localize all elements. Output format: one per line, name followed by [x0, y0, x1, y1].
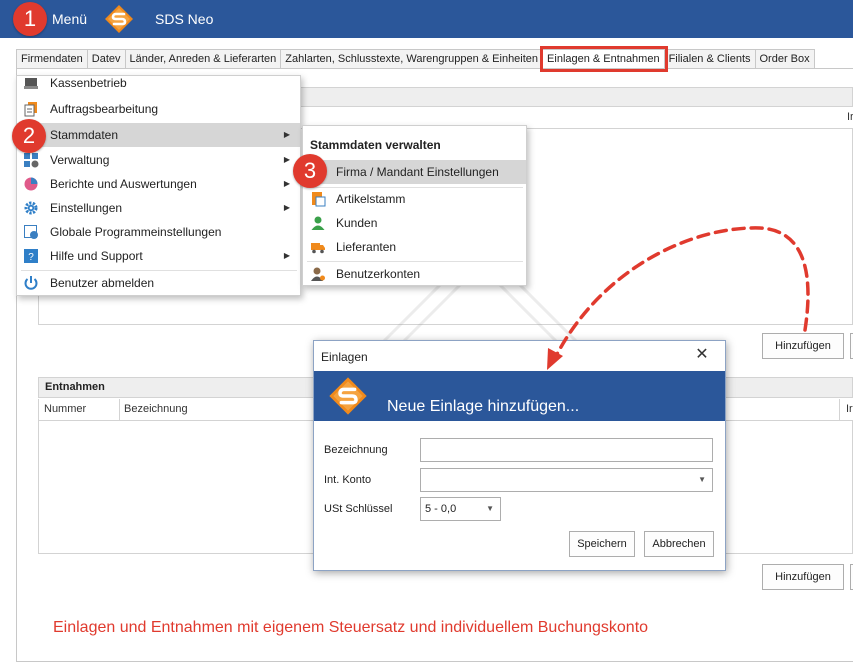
submenu-item-benutzerkonten[interactable]: Benutzerkonten	[303, 262, 526, 286]
tab-order-box[interactable]: Order Box	[755, 49, 815, 69]
pie-chart-icon	[24, 177, 38, 191]
tab-zahlarten[interactable]: Zahlarten, Schlusstexte, Warengruppen & …	[281, 49, 544, 69]
tab-firmendaten[interactable]: Firmendaten	[16, 49, 88, 69]
power-icon	[24, 276, 38, 290]
step-badge-2: 2	[12, 119, 46, 153]
app-title: SDS Neo	[155, 11, 214, 27]
menu-item-kassenbetrieb[interactable]: Kassenbetrieb	[17, 74, 300, 92]
gear-icon	[24, 201, 38, 215]
column-partial: Ir	[847, 111, 853, 123]
stammdaten-submenu: Stammdaten verwalten Firma / Mandant Ein…	[302, 125, 527, 286]
submenu-header: Stammdaten verwalten	[310, 138, 441, 152]
customer-icon	[311, 216, 325, 230]
admin-icon	[24, 153, 39, 168]
column-bezeichnung[interactable]: Bezeichnung	[119, 399, 188, 420]
column-partial: Ir	[839, 399, 853, 420]
ust-select[interactable]: 5 - 0,0 ▼	[420, 497, 501, 521]
menu-item-globale-einstellungen[interactable]: Globale Programmeinstellungen	[17, 220, 300, 244]
sds-logo-icon	[105, 5, 133, 33]
menu-button[interactable]: Menü	[52, 11, 87, 27]
menu-item-abmelden[interactable]: Benutzer abmelden	[17, 271, 300, 295]
sds-logo-icon	[329, 377, 367, 415]
step-badge-1: 1	[13, 2, 47, 36]
ust-value: 5 - 0,0	[425, 503, 457, 515]
dialog-title: Einlagen	[321, 350, 368, 364]
column-nummer[interactable]: Nummer	[44, 403, 86, 415]
cancel-button[interactable]: Abbrechen	[644, 531, 714, 557]
step-badge-3: 3	[293, 154, 327, 188]
submenu-item-artikelstamm[interactable]: Artikelstamm	[303, 187, 526, 211]
submenu-item-kunden[interactable]: Kunden	[303, 211, 526, 235]
submenu-arrow-icon: ▶	[283, 130, 290, 139]
submenu-item-firma-mandant[interactable]: Firma / Mandant Einstellungen	[303, 160, 526, 184]
add-entnahme-button[interactable]: Hinzufügen	[762, 564, 844, 590]
chevron-down-icon: ▼	[698, 475, 706, 484]
konto-label: Int. Konto	[324, 474, 372, 486]
tab-filialen[interactable]: Filialen & Clients	[664, 49, 756, 69]
svg-text:?: ?	[28, 252, 34, 263]
chevron-down-icon: ▼	[486, 504, 494, 513]
ust-label: USt Schlüssel	[324, 503, 393, 515]
bezeichnung-input[interactable]	[420, 438, 713, 462]
title-bar: Menü SDS Neo	[0, 0, 853, 38]
truck-icon	[311, 243, 325, 254]
menu-item-berichte[interactable]: Berichte und Auswertungen ▶	[17, 172, 300, 196]
dialog-banner-text: Neue Einlage hinzufügen...	[387, 398, 580, 415]
save-button[interactable]: Speichern	[569, 531, 635, 557]
submenu-item-lieferanten[interactable]: Lieferanten	[303, 235, 526, 259]
einlagen-dialog: Einlagen ✕ Neue Einlage hinzufügen... Be…	[313, 340, 726, 571]
bezeichnung-label: Bezeichnung	[324, 444, 388, 456]
caption-text: Einlagen und Entnahmen mit eigenem Steue…	[53, 619, 649, 636]
menu-item-hilfe[interactable]: ? Hilfe und Support ▶	[17, 244, 300, 268]
menu-item-stammdaten[interactable]: Stammdaten ▶	[17, 123, 300, 147]
tab-strip: Firmendaten Datev Länder, Anreden & Lief…	[16, 46, 815, 72]
documents-icon	[24, 102, 37, 117]
global-settings-icon	[24, 225, 38, 239]
tab-datev[interactable]: Datev	[87, 49, 126, 69]
tab-laender[interactable]: Länder, Anreden & Lieferarten	[125, 49, 282, 69]
register-icon	[24, 78, 38, 89]
user-account-icon	[311, 267, 325, 281]
tab-einlagen-entnahmen[interactable]: Einlagen & Entnahmen	[540, 46, 668, 72]
add-einlage-button[interactable]: Hinzufügen	[762, 333, 844, 359]
menu-item-einstellungen[interactable]: Einstellungen ▶	[17, 196, 300, 220]
menu-item-verwaltung[interactable]: Verwaltung ▶	[17, 148, 300, 172]
menu-item-auftragsbearbeitung[interactable]: Auftragsbearbeitung	[17, 97, 300, 121]
einlagen-panel-header	[300, 87, 853, 107]
article-icon	[312, 192, 326, 207]
help-icon: ?	[24, 249, 38, 263]
submenu-arrow-icon: ▶	[283, 251, 290, 260]
dialog-banner: Neue Einlage hinzufügen...	[314, 371, 725, 421]
konto-select[interactable]: ▼	[420, 468, 713, 492]
submenu-arrow-icon: ▶	[283, 155, 290, 164]
submenu-arrow-icon: ▶	[283, 203, 290, 212]
close-icon[interactable]: ✕	[693, 346, 711, 364]
submenu-arrow-icon: ▶	[283, 179, 290, 188]
main-menu: Kassenbetrieb Auftragsbearbeitung Stammd…	[16, 75, 301, 296]
